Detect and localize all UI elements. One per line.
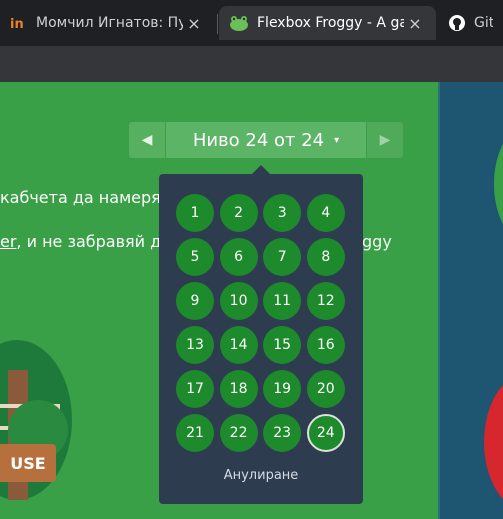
level-1-button[interactable]: 1 bbox=[176, 194, 214, 232]
level-4-button[interactable]: 4 bbox=[306, 194, 345, 232]
tab-github[interactable]: GitH bbox=[438, 6, 503, 40]
instruction-text: , и не забравяй д bbox=[16, 232, 162, 251]
tab-title: Flexbox Froggy - A gam bbox=[257, 15, 404, 31]
level-23-button[interactable]: 23 bbox=[263, 414, 302, 452]
in-icon: in bbox=[10, 16, 28, 30]
tab-title: Момчил Игнатов: Пуб bbox=[36, 15, 183, 31]
level-grid: 1 2 3 4 5 6 7 8 9 10 11 12 13 14 15 16 17 18 19 20 21 22 23 24 bbox=[176, 194, 348, 452]
previous-level-button[interactable]: ◀ bbox=[129, 122, 165, 158]
toolbar bbox=[0, 46, 503, 82]
tab-separator bbox=[217, 14, 218, 34]
instruction-text-line: кабчета да намерят bbox=[0, 188, 171, 207]
instruction-text-line: er, и не забравяй д bbox=[0, 232, 161, 251]
game-instructions-pane: кабчета да намерят er, и не забравяй д g… bbox=[0, 82, 440, 519]
level-17-button[interactable]: 17 bbox=[176, 370, 214, 408]
next-level-button[interactable]: ▶ bbox=[367, 122, 403, 158]
tab-flexbox-froggy[interactable]: Flexbox Froggy - A gam × bbox=[219, 6, 436, 40]
level-3-button[interactable]: 3 bbox=[263, 194, 302, 232]
level-9-button[interactable]: 9 bbox=[176, 282, 214, 320]
level-15-button[interactable]: 15 bbox=[263, 326, 302, 364]
level-19-button[interactable]: 19 bbox=[263, 370, 302, 408]
arrow-left-icon: ◀ bbox=[141, 132, 153, 148]
level-2-button[interactable]: 2 bbox=[219, 194, 258, 232]
close-icon[interactable]: × bbox=[183, 14, 205, 33]
tab-strip: in Момчил Игнатов: Пуб × Flexbox Froggy … bbox=[0, 0, 503, 46]
level-22-button[interactable]: 22 bbox=[219, 414, 258, 452]
level-menu: 1 2 3 4 5 6 7 8 9 10 11 12 13 14 15 16 17 18 19 20 21 22 23 24 … bbox=[159, 165, 363, 504]
instruction-text-tail: ggy bbox=[362, 232, 392, 251]
level-8-button[interactable]: 8 bbox=[306, 238, 345, 276]
frog-icon bbox=[229, 15, 249, 31]
level-18-button[interactable]: 18 bbox=[219, 370, 258, 408]
lilypad-illustration bbox=[494, 124, 503, 244]
close-icon[interactable]: × bbox=[404, 14, 426, 33]
level-11-button[interactable]: 11 bbox=[263, 282, 302, 320]
signpost-sign: USE bbox=[0, 444, 56, 482]
arrow-right-icon: ▶ bbox=[379, 132, 391, 148]
level-5-button[interactable]: 5 bbox=[176, 238, 214, 276]
tab-title: GitH bbox=[474, 15, 493, 31]
lilypad-illustration bbox=[484, 372, 503, 512]
level-13-button[interactable]: 13 bbox=[176, 326, 214, 364]
level-7-button[interactable]: 7 bbox=[263, 238, 302, 276]
level-10-button[interactable]: 10 bbox=[219, 282, 258, 320]
level-20-button[interactable]: 20 bbox=[306, 370, 345, 408]
game-board-pane bbox=[440, 82, 503, 519]
github-icon bbox=[448, 14, 466, 32]
cancel-button[interactable]: Анулиране bbox=[159, 468, 363, 483]
level-indicator-button[interactable]: Ниво 24 от 24 ▾ bbox=[166, 122, 366, 158]
instruction-link[interactable]: er bbox=[0, 232, 16, 251]
level-navigation: ◀ Ниво 24 от 24 ▾ ▶ bbox=[129, 122, 403, 158]
level-indicator-label: Ниво 24 от 24 bbox=[192, 129, 325, 151]
level-14-button[interactable]: 14 bbox=[219, 326, 258, 364]
tab-momchil[interactable]: in Момчил Игнатов: Пуб × bbox=[0, 6, 215, 40]
svg-text:in: in bbox=[10, 17, 24, 30]
level-24-button[interactable]: 24 bbox=[306, 414, 345, 452]
level-16-button[interactable]: 16 bbox=[306, 326, 345, 364]
level-12-button[interactable]: 12 bbox=[306, 282, 345, 320]
level-6-button[interactable]: 6 bbox=[219, 238, 258, 276]
level-21-button[interactable]: 21 bbox=[176, 414, 214, 452]
caret-down-icon: ▾ bbox=[334, 134, 340, 146]
